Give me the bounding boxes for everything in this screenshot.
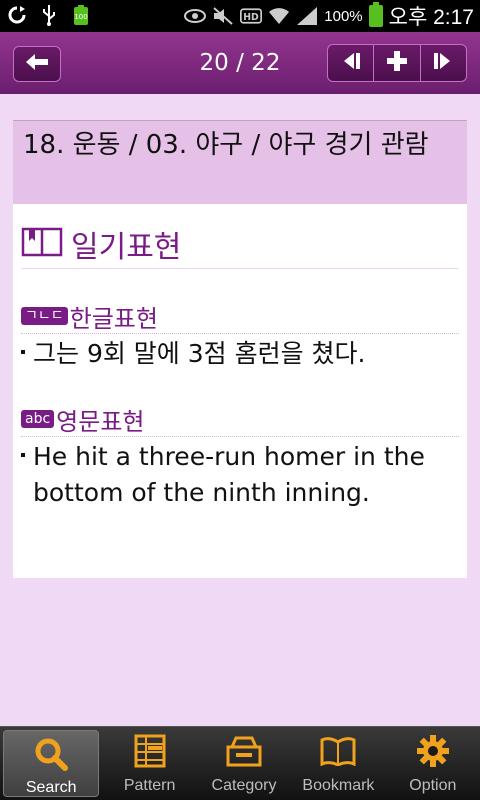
add-bookmark-button[interactable] [374, 45, 421, 81]
prev-icon [340, 51, 362, 75]
search-icon [33, 737, 69, 771]
next-icon [432, 51, 454, 75]
tab-category[interactable]: Category [197, 727, 291, 800]
top-toolbar: 20 / 22 [0, 32, 480, 94]
wifi-icon [268, 5, 290, 27]
usb-icon [38, 4, 60, 26]
korean-heading: ㄱㄴㄷ 한글표현 [13, 299, 467, 333]
tab-label: Category [211, 777, 277, 794]
tab-search[interactable]: Search [3, 730, 100, 797]
eye-icon [184, 5, 207, 27]
bookmark-icon [320, 733, 356, 769]
english-heading: abc 영문표현 [13, 402, 467, 436]
hd-icon: HD [240, 5, 263, 27]
clock: 오후 2:17 [388, 6, 474, 29]
english-heading-label: 영문표현 [56, 407, 145, 436]
svg-text:100: 100 [74, 13, 87, 21]
bullet [21, 453, 25, 457]
korean-sentence-item: 그는 9회 말에 3점 홈런을 쳤다. [13, 336, 467, 372]
page-counter: 20 / 22 [199, 50, 281, 76]
back-button[interactable] [13, 46, 61, 82]
next-page-button[interactable] [421, 45, 466, 81]
svg-text:HD: HD [244, 12, 260, 23]
english-sentence: He hit a three-run homer in the bottom o… [33, 442, 425, 507]
signal-icon [296, 5, 318, 27]
previous-page-button[interactable] [328, 45, 375, 81]
battery-percent: 100% [324, 7, 363, 25]
tab-option[interactable]: Option [386, 727, 480, 800]
bottom-tab-bar: Search Pattern Category Bookmark Option [0, 726, 480, 800]
content-card: 18. 운동 / 03. 야구 / 야구 경기 관람 일기표현 ㄱㄴㄷ 한글표현… [13, 120, 467, 578]
korean-badge: ㄱㄴㄷ [21, 307, 68, 325]
page-nav-group [327, 44, 467, 82]
tab-label: Pattern [123, 777, 176, 794]
battery-small-icon: 100 [70, 4, 92, 26]
tab-label: Bookmark [302, 777, 375, 794]
korean-heading-label: 한글표현 [69, 304, 158, 333]
book-icon [21, 227, 63, 261]
category-icon [226, 733, 262, 769]
gear-icon [415, 733, 451, 769]
arrow-left-icon [24, 52, 50, 76]
section-title: 일기표현 [71, 230, 182, 265]
plus-icon [386, 50, 408, 76]
mute-icon [212, 5, 234, 27]
status-bar: 100 HD 100% 오후 2:17 [0, 0, 480, 32]
pattern-icon [132, 733, 168, 769]
battery-icon [368, 2, 383, 27]
divider [21, 268, 459, 269]
tab-label: Search [25, 779, 77, 796]
korean-sentence: 그는 9회 말에 3점 홈런을 쳤다. [33, 339, 366, 368]
tab-pattern[interactable]: Pattern [102, 727, 196, 800]
section-header: 일기표현 [13, 204, 467, 268]
tab-bookmark[interactable]: Bookmark [291, 727, 385, 800]
breadcrumb: 18. 운동 / 03. 야구 / 야구 경기 관람 [13, 120, 467, 204]
sync-icon [6, 4, 28, 26]
bullet [21, 350, 25, 354]
tab-label: Option [409, 777, 457, 794]
english-sentence-item: He hit a three-run homer in the bottom o… [13, 439, 467, 511]
english-badge: abc [21, 410, 55, 428]
